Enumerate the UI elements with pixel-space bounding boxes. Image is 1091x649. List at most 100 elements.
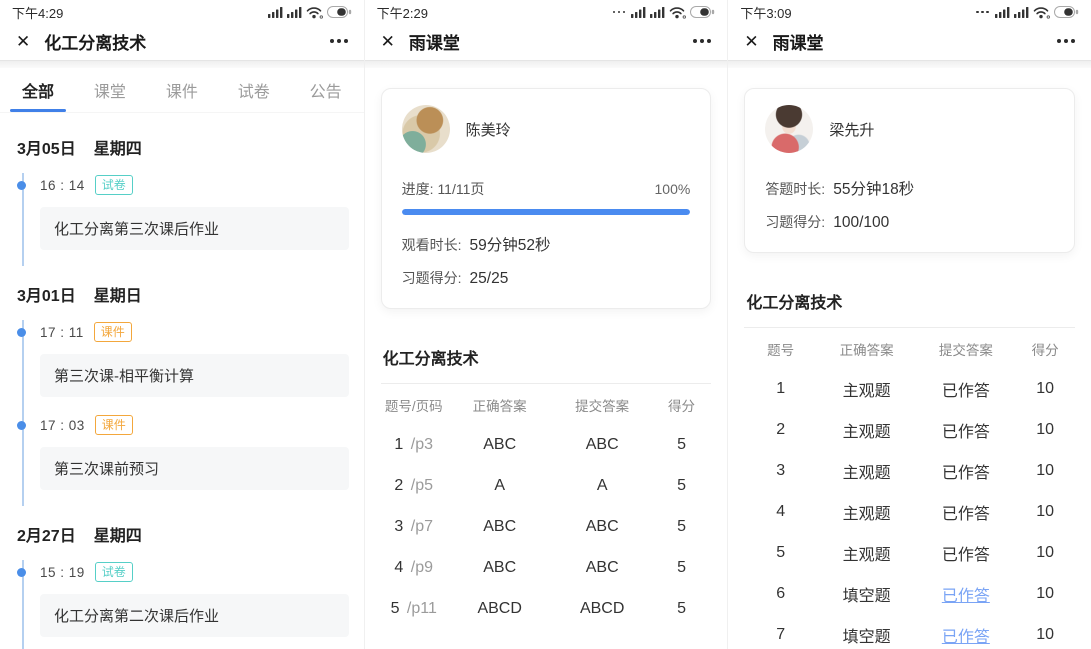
cell-signal-icon	[1014, 7, 1029, 18]
column-header: 题号	[744, 339, 817, 359]
menu-dots-icon[interactable]	[1057, 33, 1075, 49]
cell-score: 5	[652, 559, 712, 577]
column-header: 正确答案	[817, 339, 916, 359]
timeline-item: 16 : 14 试卷 化工分离第三次课后作业	[40, 175, 349, 250]
status-time: 下午3:09	[740, 3, 791, 22]
table-row: 6 填空题 已作答 10	[744, 573, 1075, 614]
cell-question-page: 4 /p9	[381, 559, 447, 577]
tab-exam[interactable]: 试卷	[236, 68, 272, 112]
more-icon	[613, 11, 626, 14]
timeline-items: 16 : 14 试卷 化工分离第三次课后作业	[22, 173, 349, 266]
cell-question-page: 5 /p11	[381, 600, 447, 618]
progress-percent: 100%	[655, 181, 691, 197]
item-type-badge: 课件	[95, 415, 133, 435]
close-icon[interactable]: ✕	[381, 33, 395, 50]
status-bar: 下午3:09	[728, 0, 1091, 22]
item-title-card[interactable]: 化工分离第二次课后作业	[40, 594, 349, 637]
student-card: 梁先升 答题时长: 55分钟18秒 习题得分: 100/100	[744, 88, 1075, 253]
column-header: 得分	[652, 395, 712, 415]
page-title: 化工分离技术	[44, 29, 329, 54]
cell-question-number: 6	[744, 585, 817, 603]
item-type-badge: 试卷	[95, 562, 133, 582]
cell-correct-answer: ABC	[447, 559, 553, 577]
more-icon	[976, 11, 989, 14]
nav-bar: ✕ 化工分离技术	[0, 22, 364, 60]
cell-score: 5	[652, 436, 712, 454]
cell-submitted-answer: ABCD	[553, 600, 652, 618]
close-icon[interactable]: ✕	[744, 33, 758, 50]
progress-fill	[402, 209, 691, 215]
tab-notice[interactable]: 公告	[308, 68, 344, 112]
label-text: 习题得分:	[402, 268, 462, 288]
wifi-icon	[669, 6, 686, 19]
item-meta: 16 : 14 试卷	[40, 175, 349, 195]
nav-bar: ✕ 雨课堂	[728, 22, 1091, 60]
table-row: 7 填空题 已作答 10	[744, 614, 1075, 649]
tab-class[interactable]: 课堂	[92, 68, 128, 112]
item-meta: 17 : 11 课件	[40, 322, 349, 342]
cell-score: 10	[1015, 585, 1075, 603]
nav-divider	[365, 60, 728, 68]
divider	[381, 383, 712, 384]
item-title-card[interactable]: 第三次课前预习	[40, 447, 349, 490]
cell-question-number: 7	[744, 626, 817, 644]
cell-submitted-answer: 已作答	[916, 500, 1015, 524]
menu-dots-icon[interactable]	[693, 33, 711, 49]
label-text: 观看时长:	[402, 235, 462, 255]
timeline: 3月05日 星期四 16 : 14 试卷 化工分离第三次课后作业 3月01日 星…	[0, 113, 364, 649]
timeline-item: 15 : 19 试卷 化工分离第二次课后作业	[40, 562, 349, 637]
label-text: 进度:	[402, 181, 434, 197]
cell-question-page: 3 /p7	[381, 518, 447, 536]
app-composite: 下午4:29 ✕ 化工分离技术 全部课堂课件试卷公告 3月05日 星期四 16 …	[0, 0, 1091, 649]
cell-signal-icon	[287, 7, 302, 18]
answers-table: 题号正确答案提交答案得分 1 主观题 已作答 10 2 主观题 已作答 10 3…	[744, 330, 1075, 649]
cell-submitted-answer: ABC	[553, 436, 652, 454]
item-meta: 15 : 19 试卷	[40, 562, 349, 582]
date-text: 3月05日	[17, 135, 76, 159]
cell-correct-answer: ABC	[447, 436, 553, 454]
student-name: 陈美玲	[466, 119, 511, 140]
date-text: 3月01日	[17, 282, 76, 306]
menu-dots-icon[interactable]	[330, 33, 348, 49]
table-row: 2 /p5 A A 5	[381, 465, 712, 506]
battery-icon	[327, 6, 352, 18]
submitted-answer-link[interactable]: 已作答	[916, 623, 1015, 647]
timeline-group: 3月05日 星期四 16 : 14 试卷 化工分离第三次课后作业	[17, 135, 349, 266]
item-title-card[interactable]: 化工分离第三次课后作业	[40, 207, 349, 250]
timeline-item: 17 : 03 课件 第三次课前预习	[40, 415, 349, 490]
progress-value: 11/11页	[437, 181, 484, 197]
progress-bar	[402, 209, 691, 215]
timeline-date-header: 3月05日 星期四	[17, 135, 349, 159]
exercise-score-line: 习题得分: 25/25	[402, 268, 691, 288]
cell-score: 10	[1015, 544, 1075, 562]
watch-time-value: 59分钟52秒	[470, 233, 551, 255]
tab-courseware[interactable]: 课件	[164, 68, 200, 112]
table-row: 4 /p9 ABC ABC 5	[381, 547, 712, 588]
nav-divider	[728, 60, 1091, 68]
progress-label: 进度: 11/11页	[402, 179, 485, 199]
cell-question-number: 3	[744, 462, 817, 480]
status-time: 下午4:29	[12, 3, 63, 22]
tab-label: 全部	[22, 78, 54, 102]
cell-submitted-answer: ABC	[553, 559, 652, 577]
cell-submitted-answer: A	[553, 477, 652, 495]
tab-all[interactable]: 全部	[20, 68, 56, 112]
cell-correct-answer: ABC	[447, 518, 553, 536]
cell-score: 10	[1015, 421, 1075, 439]
cell-score: 10	[1015, 626, 1075, 644]
close-icon[interactable]: ✕	[16, 33, 30, 50]
column-header: 题号/页码	[381, 395, 447, 415]
label-text: 答题时长:	[765, 179, 825, 199]
panel-course-timeline: 下午4:29 ✕ 化工分离技术 全部课堂课件试卷公告 3月05日 星期四 16 …	[0, 0, 364, 649]
item-title-card[interactable]: 第三次课-相平衡计算	[40, 354, 349, 397]
status-bar: 下午2:29	[365, 0, 728, 22]
weekday-text: 星期日	[94, 282, 142, 306]
course-title: 化工分离技术	[381, 345, 712, 369]
battery-icon	[690, 6, 715, 18]
label-text: 习题得分:	[765, 212, 825, 232]
cell-score: 10	[1015, 503, 1075, 521]
weekday-text: 星期四	[94, 135, 142, 159]
submitted-answer-link[interactable]: 已作答	[916, 582, 1015, 606]
timeline-dot-icon	[17, 421, 26, 430]
timeline-group: 2月27日 星期四 15 : 19 试卷 化工分离第二次课后作业 10 : 02…	[17, 522, 349, 649]
